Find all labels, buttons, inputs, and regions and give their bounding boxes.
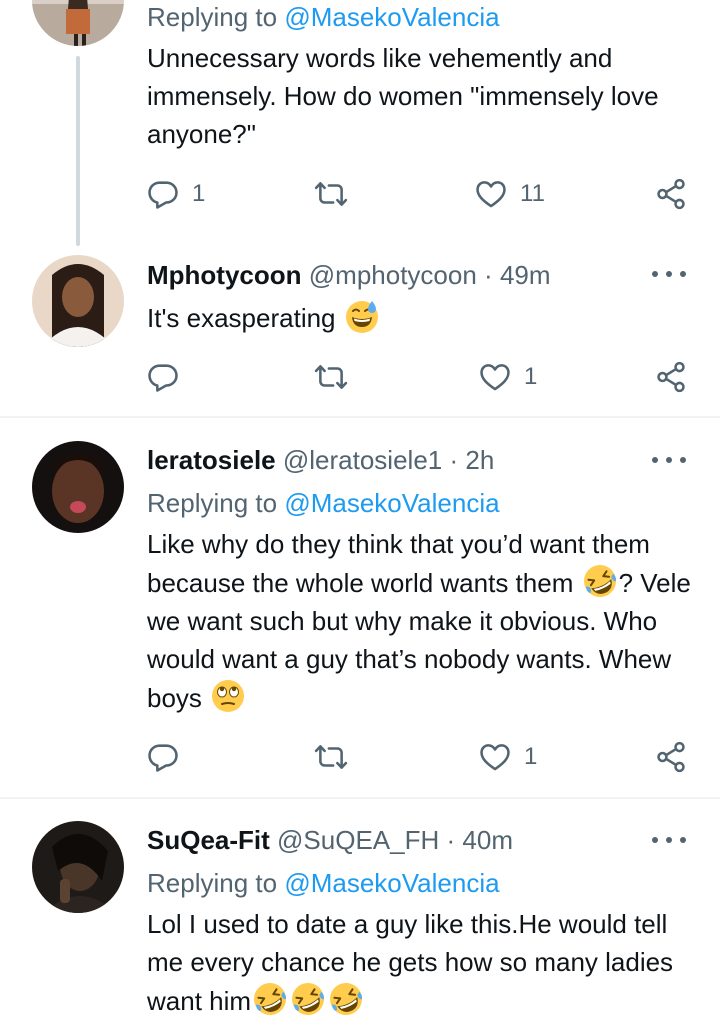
heart-icon [478, 740, 512, 774]
mention-link[interactable]: @MasekoValencia [284, 2, 499, 32]
more-dot [680, 457, 686, 463]
more-dot [652, 837, 658, 843]
tweet-text: Unnecessary words like vehemently and im… [147, 43, 666, 149]
rolling-laughing-emoji [290, 981, 326, 1017]
replying-to: Replying to @MasekoValencia [147, 2, 500, 32]
retweet-icon [314, 177, 348, 211]
reply-button[interactable] [146, 357, 180, 397]
retweet-button[interactable] [314, 174, 348, 214]
tweet-actions: 1 [0, 737, 720, 777]
share-icon [654, 177, 688, 211]
avatar[interactable] [32, 821, 124, 913]
avatar[interactable] [32, 0, 124, 46]
replying-to: Replying to @MasekoValencia [147, 488, 500, 518]
display-name[interactable]: leratosiele [147, 445, 276, 475]
display-name[interactable]: Mphotycoon [147, 260, 302, 290]
timestamp[interactable]: 40m [462, 825, 513, 855]
heart-icon [474, 177, 508, 211]
share-icon [654, 360, 688, 394]
display-name[interactable]: SuQea-Fit [147, 825, 270, 855]
share-button[interactable] [654, 174, 688, 214]
tweet-actions: 1 11 [0, 174, 720, 214]
heart-icon [478, 360, 512, 394]
more-dot [680, 837, 686, 843]
like-button[interactable]: 1 [478, 357, 537, 397]
reply-count: 1 [192, 180, 206, 207]
retweet-button[interactable] [314, 737, 348, 777]
retweet-button[interactable] [314, 357, 348, 397]
reply-icon [146, 740, 180, 774]
tweet-1[interactable]: Replying to @MasekoValencia Unnecessary … [0, 0, 720, 250]
tweet-3[interactable]: leratosiele @leratosiele1 · 2h Replying … [0, 418, 720, 798]
user-handle[interactable]: @mphotycoon [309, 260, 477, 290]
rolling-laughing-emoji [252, 981, 288, 1017]
tweet-text: Like why do they think that you’d want t… [147, 529, 699, 714]
rolling-laughing-emoji [328, 981, 364, 1017]
tweet-header: SuQea-Fit @SuQEA_FH · 40m [147, 823, 690, 857]
tweet-4[interactable]: SuQea-Fit @SuQEA_FH · 40m Replying to @M… [0, 799, 720, 1003]
more-dot [666, 837, 672, 843]
replying-to: Replying to @MasekoValencia [147, 868, 500, 898]
avatar[interactable] [32, 255, 124, 347]
user-handle[interactable]: @leratosiele1 [283, 445, 442, 475]
more-dot [680, 271, 686, 277]
like-count: 1 [524, 363, 538, 390]
rolling-laughing-emoji [582, 563, 618, 599]
tweet-actions: 1 [0, 357, 720, 397]
tweet-header: Mphotycoon @mphotycoon · 49m [147, 258, 690, 292]
retweet-icon [314, 740, 348, 774]
tweet-text: It's exasperating [147, 298, 692, 337]
share-button[interactable] [654, 357, 688, 397]
reply-button[interactable]: 1 [146, 174, 205, 214]
eye-roll-emoji [210, 678, 246, 714]
like-count: 11 [520, 180, 545, 207]
more-options-button[interactable] [652, 450, 686, 470]
more-dot [666, 271, 672, 277]
more-dot [652, 271, 658, 277]
grinning-sweat-emoji [344, 298, 380, 334]
timestamp[interactable]: 49m [500, 260, 551, 290]
separator: · [484, 260, 493, 290]
like-count: 1 [524, 743, 538, 770]
timestamp[interactable]: 2h [465, 445, 494, 475]
like-button[interactable]: 1 [478, 737, 537, 777]
like-button[interactable]: 11 [474, 174, 545, 214]
retweet-icon [314, 360, 348, 394]
separator: · [449, 445, 459, 475]
user-handle[interactable]: @SuQEA_FH [277, 825, 439, 855]
reply-button[interactable] [146, 737, 180, 777]
separator: · [446, 825, 456, 855]
reply-icon [146, 177, 180, 211]
more-options-button[interactable] [652, 264, 686, 284]
tweet-2[interactable]: Mphotycoon @mphotycoon · 49m It's exaspe… [0, 250, 720, 418]
more-options-button[interactable] [652, 830, 686, 850]
tweet-header: leratosiele @leratosiele1 · 2h [147, 443, 690, 477]
share-button[interactable] [654, 737, 688, 777]
reply-icon [146, 360, 180, 394]
avatar[interactable] [32, 441, 124, 533]
thread-line [76, 56, 80, 246]
more-dot [652, 457, 658, 463]
share-icon [654, 740, 688, 774]
more-dot [666, 457, 672, 463]
mention-link[interactable]: @MasekoValencia [284, 868, 499, 898]
mention-link[interactable]: @MasekoValencia [284, 488, 499, 518]
